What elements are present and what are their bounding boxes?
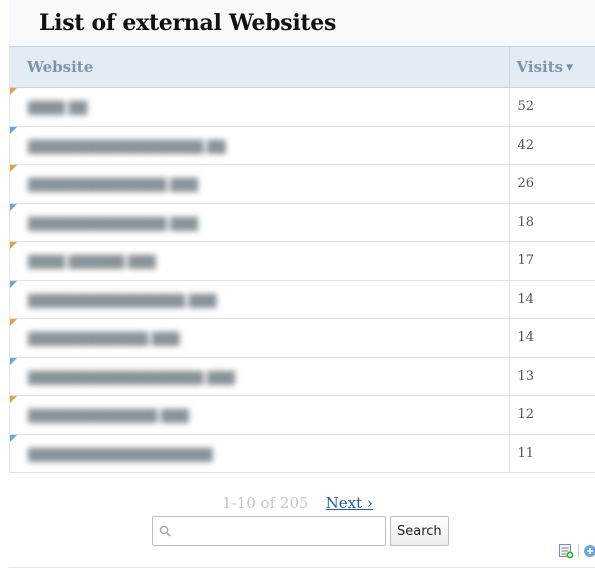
website-name[interactable]: ███████████████████.███ bbox=[28, 371, 235, 385]
visits-cell: 12 bbox=[508, 395, 595, 435]
website-cell[interactable]: ███████████████████.██ bbox=[9, 126, 509, 165]
export-icon[interactable] bbox=[558, 543, 574, 559]
widget-title: List of external Websites bbox=[39, 10, 337, 36]
column-header-website-label: Website bbox=[27, 58, 94, 76]
row-marker-icon bbox=[10, 165, 17, 172]
website-name[interactable]: ████████████████████ bbox=[28, 448, 213, 462]
website-cell[interactable]: ████████████████████ bbox=[9, 434, 509, 473]
website-cell[interactable]: █████████████████.███ bbox=[9, 280, 509, 319]
widget-bottom-border bbox=[9, 567, 595, 568]
pagination: 1-10 of 205 Next › bbox=[0, 493, 595, 512]
visits-cell: 17 bbox=[508, 241, 595, 281]
websites-table: Website Visits ▼ ████ ██ 52 ███████████████… bbox=[9, 46, 595, 473]
visits-cell: 14 bbox=[508, 280, 595, 319]
website-cell[interactable]: █████████████.███ bbox=[9, 318, 509, 358]
icon-separator bbox=[578, 544, 579, 558]
website-name[interactable]: ███████████████.███ bbox=[28, 178, 198, 192]
website-name[interactable]: █████████████.███ bbox=[28, 332, 179, 346]
row-marker-icon bbox=[10, 126, 17, 134]
search-button[interactable]: Search bbox=[390, 516, 449, 546]
website-name[interactable]: ████.██████.███ bbox=[28, 255, 156, 269]
row-marker-icon bbox=[10, 434, 17, 442]
widget-title-bar: List of external Websites bbox=[9, 0, 595, 46]
sort-desc-icon[interactable]: ▼ bbox=[566, 63, 573, 73]
table-row[interactable]: ███████████████████.██ 42 bbox=[9, 126, 595, 165]
website-cell[interactable]: ███████████████.███ bbox=[9, 203, 509, 242]
table-body: ████ ██ 52 ███████████████████.██ 42 ███████… bbox=[9, 87, 595, 473]
website-cell[interactable]: ███████████████████.███ bbox=[9, 357, 509, 396]
table-row[interactable]: ████████████████████ 11 bbox=[9, 434, 595, 473]
table-row[interactable]: ██████████████.███ 12 bbox=[9, 395, 595, 435]
column-header-visits[interactable]: Visits ▼ bbox=[508, 46, 595, 88]
widget-footer-icons bbox=[558, 543, 595, 559]
external-websites-widget: List of external Websites Website Visits… bbox=[9, 0, 595, 473]
table-row[interactable]: █████████████.███ 14 bbox=[9, 318, 595, 358]
table-row[interactable]: ████ ██ 52 bbox=[9, 87, 595, 127]
search-icon bbox=[159, 525, 171, 537]
table-row[interactable]: ███████████████.███ 18 bbox=[9, 203, 595, 242]
website-name[interactable]: █████████████████.███ bbox=[28, 294, 216, 308]
column-header-visits-label: Visits bbox=[516, 58, 564, 76]
row-marker-icon bbox=[10, 242, 17, 249]
website-name[interactable]: ███████████████.███ bbox=[28, 217, 198, 231]
row-marker-icon bbox=[10, 88, 17, 95]
website-cell[interactable]: ██████████████.███ bbox=[9, 395, 509, 435]
website-cell[interactable]: ████ ██ bbox=[9, 87, 509, 127]
table-row[interactable]: ███████████████.███ 26 bbox=[9, 164, 595, 204]
website-name[interactable]: ████ ██ bbox=[28, 101, 87, 115]
visits-cell: 52 bbox=[508, 87, 595, 127]
pagination-range: 1-10 of 205 bbox=[222, 494, 309, 512]
table-header-row: Website Visits ▼ bbox=[9, 46, 595, 88]
next-page-link[interactable]: Next › bbox=[326, 494, 373, 512]
search-field[interactable] bbox=[152, 516, 386, 546]
visits-cell: 11 bbox=[508, 434, 595, 473]
table-row[interactable]: █████████████████.███ 14 bbox=[9, 280, 595, 319]
visits-cell: 14 bbox=[508, 318, 595, 358]
row-marker-icon bbox=[10, 319, 17, 326]
search-input[interactable] bbox=[175, 518, 385, 544]
column-header-website[interactable]: Website bbox=[9, 46, 509, 88]
row-marker-icon bbox=[10, 280, 17, 288]
add-icon[interactable] bbox=[583, 544, 595, 558]
table-row[interactable]: ███████████████████.███ 13 bbox=[9, 357, 595, 396]
row-marker-icon bbox=[10, 396, 17, 403]
visits-cell: 26 bbox=[508, 164, 595, 204]
search-row: Search bbox=[152, 516, 449, 546]
visits-cell: 13 bbox=[508, 357, 595, 396]
website-cell[interactable]: ████.██████.███ bbox=[9, 241, 509, 281]
website-name[interactable]: ███████████████████.██ bbox=[28, 140, 226, 154]
table-row[interactable]: ████.██████.███ 17 bbox=[9, 241, 595, 281]
visits-cell: 42 bbox=[508, 126, 595, 165]
visits-cell: 18 bbox=[508, 203, 595, 242]
website-name[interactable]: ██████████████.███ bbox=[28, 409, 189, 423]
row-marker-icon bbox=[10, 203, 17, 211]
website-cell[interactable]: ███████████████.███ bbox=[9, 164, 509, 204]
row-marker-icon bbox=[10, 357, 17, 365]
